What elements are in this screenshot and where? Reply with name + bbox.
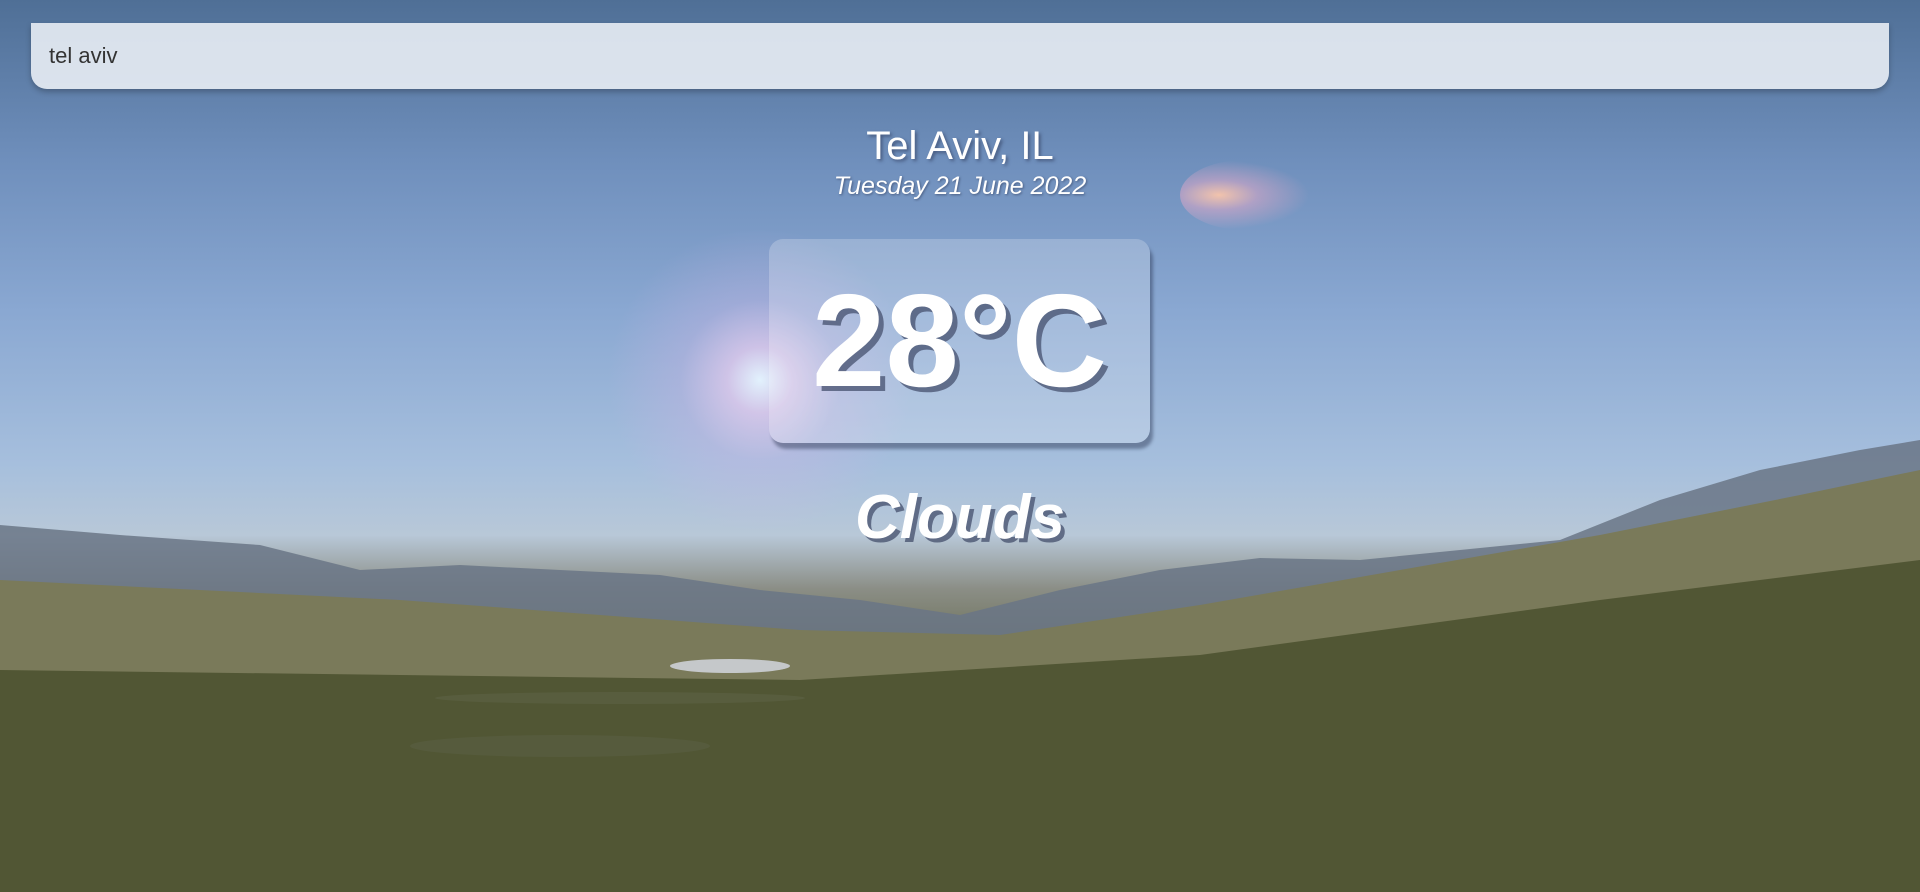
weather-condition: Clouds <box>854 483 1066 552</box>
current-date: Tuesday 21 June 2022 <box>833 172 1087 200</box>
weather-app: Tel Aviv, IL Tuesday 21 June 2022 28°C C… <box>0 0 1920 892</box>
location-title: Tel Aviv, IL <box>866 124 1054 168</box>
temperature-value: 28°C <box>812 267 1107 414</box>
temperature-card: 28°C <box>769 239 1150 443</box>
search-input[interactable] <box>31 23 1889 89</box>
